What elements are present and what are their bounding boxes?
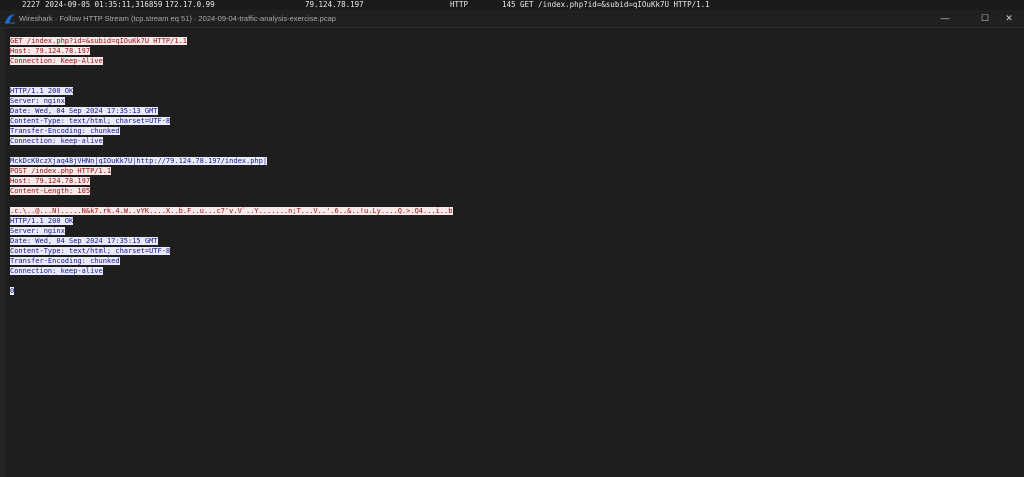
server-text: Content-Type: text/html; charset=UTF-8	[10, 247, 171, 255]
stream-line: .c.\..@...N).....N&k7.rk.4.W..vYK....X..…	[10, 206, 453, 216]
client-text: Connection: Keep-Alive	[10, 57, 103, 65]
server-text: HTTP/1.1 200 OK	[10, 217, 74, 225]
client-text: Host: 79.124.78.197	[10, 177, 91, 185]
client-text: .c.\..@...N).....N&k7.rk.4.W..vYK....X..…	[10, 207, 453, 215]
stream-line	[10, 76, 453, 86]
packet-destination: 79.124.78.197	[305, 0, 364, 9]
stream-line: Server: nginx	[10, 96, 453, 106]
stream-line: Content-Type: text/html; charset=UTF-8	[10, 246, 453, 256]
stream-line: Host: 79.124.78.197	[10, 176, 453, 186]
server-text: MckDcK0czXjaq48jVHNn|qIOuKk7U|http://79.…	[10, 157, 268, 165]
close-button[interactable]: ✕	[994, 10, 1024, 27]
stream-line: HTTP/1.1 200 OK	[10, 216, 453, 226]
minimize-button[interactable]: —	[930, 10, 960, 27]
stream-line: Date: Wed, 04 Sep 2024 17:35:15 GMT	[10, 236, 453, 246]
packet-source: 172.17.0.99	[165, 0, 215, 9]
stream-line: Connection: keep-alive	[10, 266, 453, 276]
packet-protocol: HTTP	[450, 0, 469, 9]
stream-line: HTTP/1.1 200 OK	[10, 86, 453, 96]
server-text: Date: Wed, 04 Sep 2024 17:35:13 GMT	[10, 107, 158, 115]
stream-line: Date: Wed, 04 Sep 2024 17:35:13 GMT	[10, 106, 453, 116]
server-text: Transfer-Encoding: chunked	[10, 127, 120, 135]
stream-line: Transfer-Encoding: chunked	[10, 256, 453, 266]
stream-text[interactable]: GET /index.php?id=&subid=qIOuKk7U HTTP/1…	[10, 36, 453, 296]
server-text: Connection: keep-alive	[10, 267, 103, 275]
stream-line: Content-Length: 105	[10, 186, 453, 196]
stream-line: Transfer-Encoding: chunked	[10, 126, 453, 136]
client-text: Content-Length: 105	[10, 187, 91, 195]
stream-line: Connection: Keep-Alive	[10, 56, 453, 66]
server-text: Content-Type: text/html; charset=UTF-8	[10, 117, 171, 125]
stream-line	[10, 276, 453, 286]
stream-line: 0	[10, 286, 453, 296]
stream-line: POST /index.php HTTP/1.1	[10, 166, 453, 176]
stream-line: Server: nginx	[10, 226, 453, 236]
left-margin-bar	[0, 28, 5, 477]
server-text: Date: Wed, 04 Sep 2024 17:35:15 GMT	[10, 237, 158, 245]
server-text: Transfer-Encoding: chunked	[10, 257, 120, 265]
packet-info: GET /index.php?id=&subid=qIOuKk7U HTTP/1…	[520, 0, 710, 9]
packet-length: 145	[502, 0, 516, 9]
stream-line: Content-Type: text/html; charset=UTF-8	[10, 116, 453, 126]
server-text: Connection: keep-alive	[10, 137, 103, 145]
packet-number: 2227	[22, 0, 41, 9]
stream-line: Host: 79.124.78.197	[10, 46, 453, 56]
server-text: Server: nginx	[10, 227, 65, 235]
packet-time: 2024-09-05 01:35:11,316859	[45, 0, 163, 9]
stream-line: MckDcK0czXjaq48jVHNn|qIOuKk7U|http://79.…	[10, 156, 453, 166]
packet-list-row[interactable]: 2227 2024-09-05 01:35:11,316859 172.17.0…	[0, 0, 1024, 10]
stream-line	[10, 196, 453, 206]
stream-line	[10, 146, 453, 156]
server-text: 0	[10, 287, 15, 295]
client-text: Host: 79.124.78.197	[10, 47, 91, 55]
window-title: Wireshark · Follow HTTP Stream (tcp.stre…	[19, 14, 336, 23]
server-text: HTTP/1.1 200 OK	[10, 87, 74, 95]
stream-line: Connection: keep-alive	[10, 136, 453, 146]
client-text: GET /index.php?id=&subid=qIOuKk7U HTTP/1…	[10, 37, 188, 45]
stream-line	[10, 66, 453, 76]
server-text: Server: nginx	[10, 97, 65, 105]
window-titlebar[interactable]: Wireshark · Follow HTTP Stream (tcp.stre…	[0, 10, 1024, 28]
wireshark-fin-icon	[5, 14, 15, 24]
stream-line: GET /index.php?id=&subid=qIOuKk7U HTTP/1…	[10, 36, 453, 46]
client-text: POST /index.php HTTP/1.1	[10, 167, 112, 175]
